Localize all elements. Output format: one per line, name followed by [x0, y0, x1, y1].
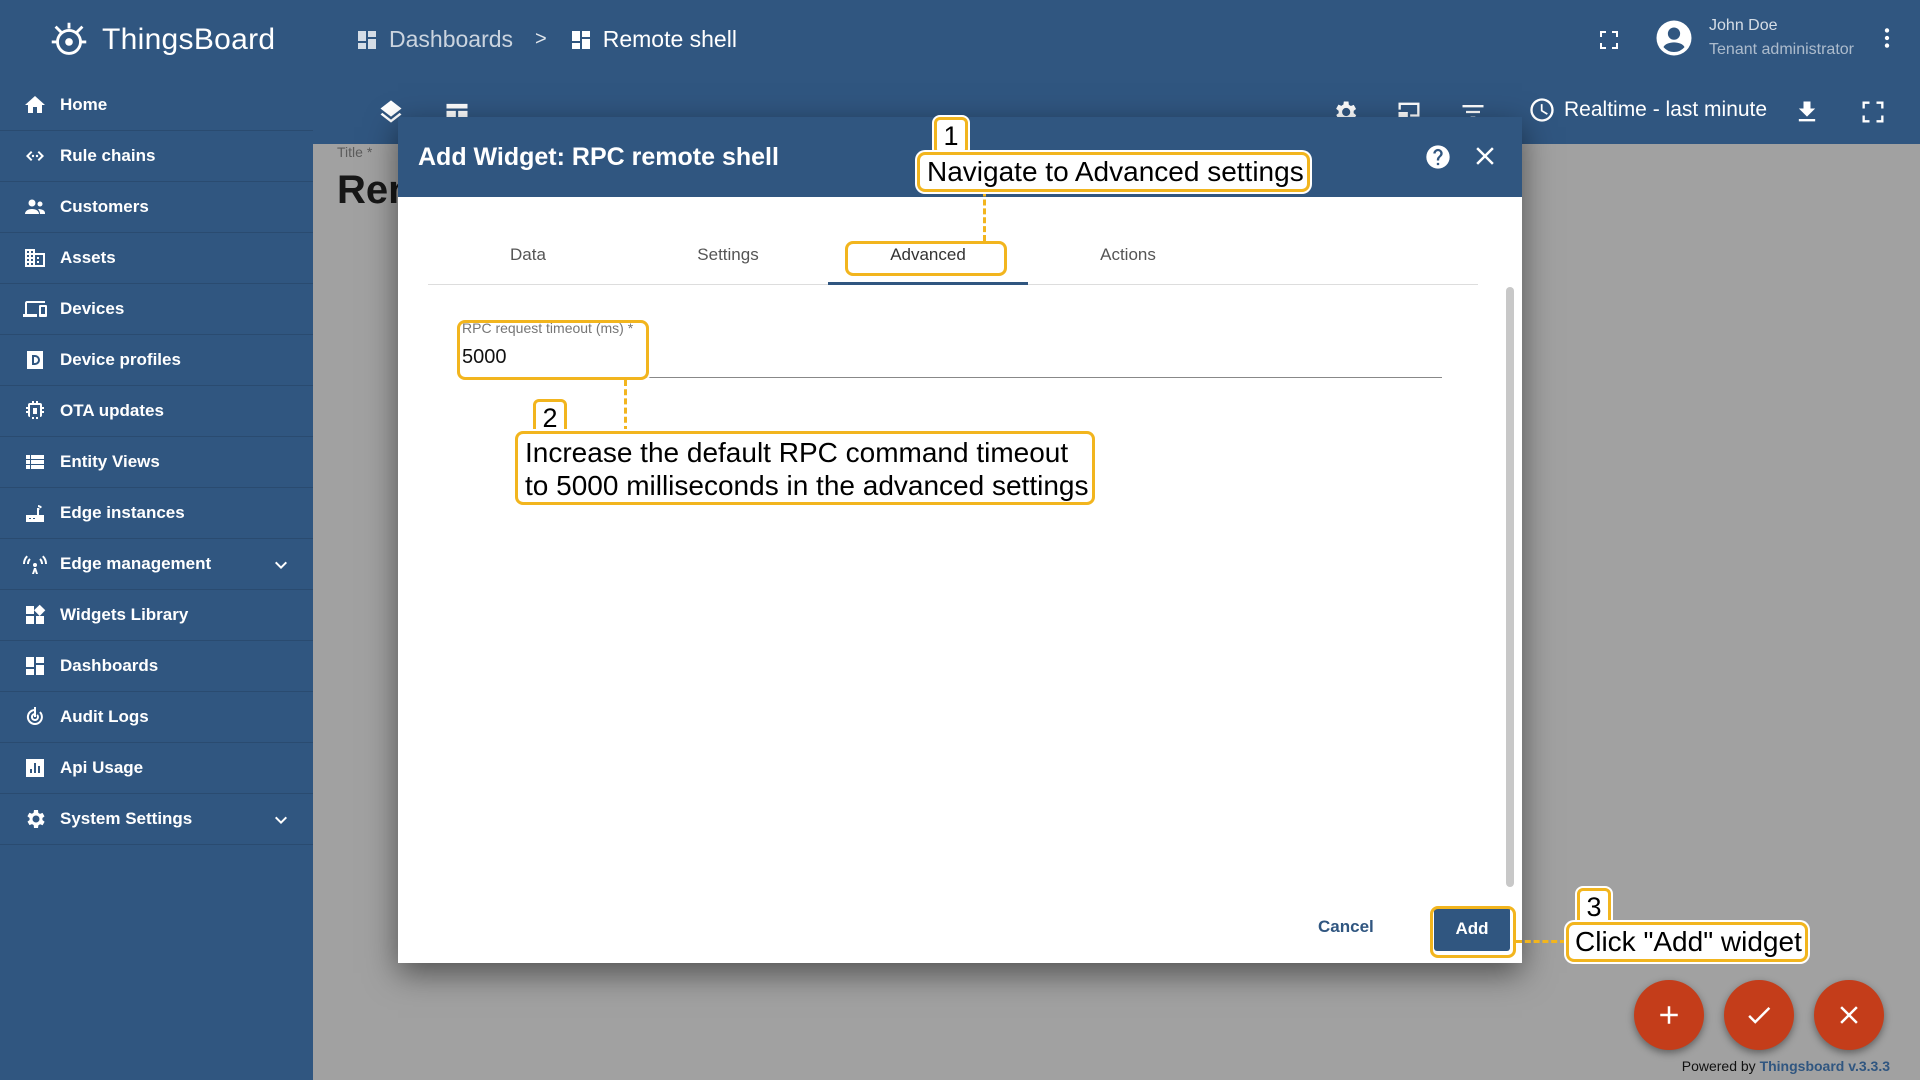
- step-callout-2-line2: to 5000 milliseconds in the advanced set…: [525, 470, 1089, 501]
- tab-settings[interactable]: Settings: [628, 235, 828, 284]
- highlight-timeout-field: [457, 320, 649, 380]
- connector-line-2: [624, 380, 627, 432]
- check-icon: [1748, 1007, 1771, 1024]
- cancel-fab[interactable]: [1814, 980, 1884, 1050]
- step-callout-1: Navigate to Advanced settings: [917, 152, 1310, 192]
- step-number-3: 3: [1577, 888, 1611, 926]
- cancel-button[interactable]: Cancel: [1318, 917, 1374, 937]
- plus-icon: [1660, 1006, 1678, 1024]
- step-callout-2-line1: Increase the default RPC command timeout: [525, 437, 1069, 468]
- help-icon[interactable]: [1424, 143, 1452, 171]
- step-number-1: 1: [934, 117, 968, 155]
- dialog-title: Add Widget: RPC remote shell: [418, 142, 779, 171]
- scrollbar-thumb[interactable]: [1506, 287, 1514, 887]
- save-fab[interactable]: [1724, 980, 1794, 1050]
- powered-brand-link[interactable]: Thingsboard v.3.3.3: [1760, 1058, 1890, 1074]
- step-callout-2: Increase the default RPC command timeout…: [515, 431, 1095, 505]
- close-icon[interactable]: [1470, 141, 1500, 171]
- powered-prefix: Powered by: [1681, 1058, 1760, 1074]
- highlight-advanced-tab: [845, 241, 1007, 276]
- tab-actions[interactable]: Actions: [1028, 235, 1228, 284]
- connector-line-3: [1516, 940, 1566, 943]
- close-icon: [1840, 1006, 1858, 1024]
- powered-by: Powered by Thingsboard v.3.3.3: [1682, 1058, 1890, 1074]
- highlight-add-button: [1430, 906, 1516, 958]
- add-widget-fab[interactable]: [1634, 980, 1704, 1050]
- tab-data[interactable]: Data: [428, 235, 628, 284]
- step-callout-3: Click "Add" widget: [1566, 922, 1808, 962]
- dialog-scrollbar[interactable]: [1502, 197, 1516, 897]
